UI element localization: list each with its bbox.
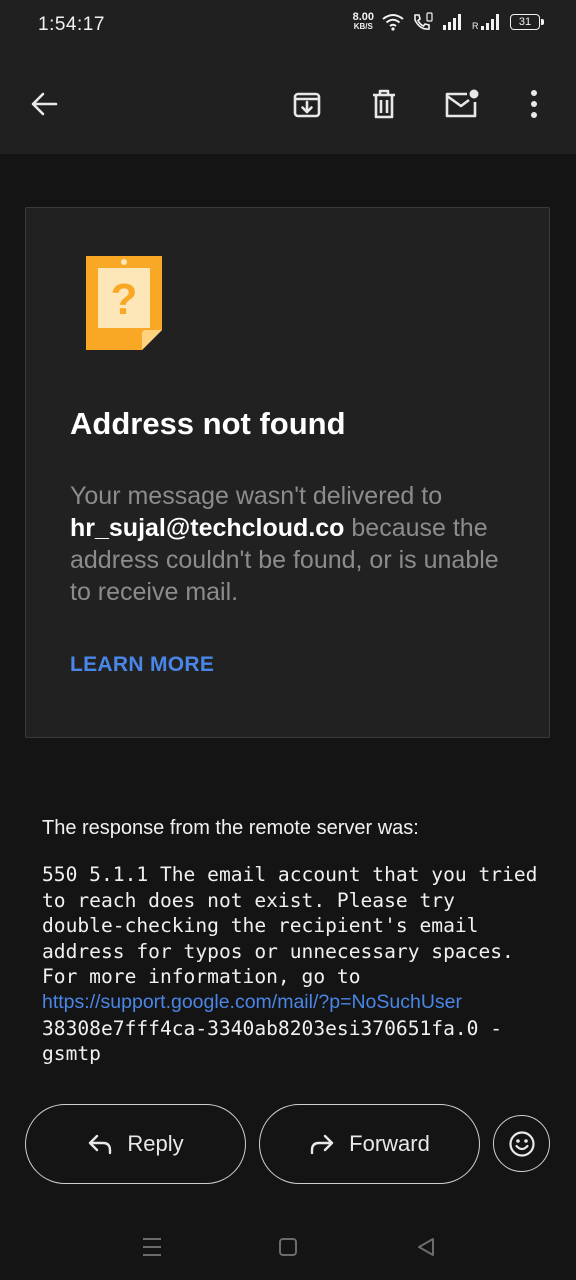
learn-more-link[interactable]: LEARN MORE (70, 653, 214, 677)
network-speed-value: 8.00 (352, 11, 374, 23)
response-heading: The response from the remote server was: (42, 817, 419, 839)
recents-nav-icon[interactable] (137, 1232, 167, 1262)
card-text-before: Your message wasn't delivered to (70, 482, 443, 510)
signal-1-icon (443, 14, 461, 30)
forward-label: Forward (349, 1131, 430, 1156)
status-bar: 1:54:17 8.00 KB/S R 31 (0, 0, 576, 52)
response-trailer: 38308e7fff4ca-3340ab8203esi370651fa.0 - … (42, 1016, 514, 1066)
card-message: Your message wasn't delivered to hr_suja… (70, 480, 520, 608)
bottom-bar: Reply Forward (0, 1080, 576, 1280)
forward-button[interactable]: Forward (259, 1104, 480, 1184)
back-arrow-icon[interactable] (24, 84, 64, 124)
svg-text:R: R (472, 21, 479, 31)
reply-button[interactable]: Reply (25, 1104, 246, 1184)
reply-icon (89, 1134, 112, 1155)
battery-icon: 31 (510, 14, 544, 30)
signal-2-roaming-icon: R (472, 14, 499, 31)
back-nav-icon[interactable] (411, 1232, 441, 1262)
wifi-icon (382, 14, 404, 31)
toolbar (0, 52, 576, 154)
call-volte-icon (414, 12, 433, 30)
archive-icon[interactable] (287, 84, 327, 124)
card-title: Address not found (70, 406, 346, 441)
response-body: 550 5.1.1 The email account that you tri… (42, 862, 542, 1067)
response-text: 550 5.1.1 The email account that you tri… (42, 863, 550, 989)
mark-unread-icon[interactable] (441, 84, 481, 124)
delete-icon[interactable] (364, 84, 404, 124)
emoji-reaction-button[interactable] (493, 1115, 550, 1172)
support-link[interactable]: https://support.google.com/mail/?p=NoSuc… (42, 990, 542, 1016)
status-indicators: 8.00 KB/S R 31 (352, 11, 544, 32)
battery-level: 31 (518, 16, 532, 28)
home-nav-icon[interactable] (273, 1232, 303, 1262)
reply-label: Reply (127, 1131, 184, 1156)
forward-icon (310, 1134, 334, 1155)
smile-icon (508, 1130, 535, 1157)
network-speed-unit: KB/S (353, 22, 373, 31)
message-content: ? Address not found Your message wasn't … (0, 154, 576, 1080)
status-time: 1:54:17 (38, 14, 105, 35)
network-speed: 8.00 KB/S (352, 11, 374, 32)
svg-text:?: ? (111, 275, 138, 324)
more-vert-icon[interactable] (514, 84, 554, 124)
question-note-icon: ? (84, 254, 164, 359)
recipient-address: hr_sujal@techcloud.co (70, 514, 345, 542)
bounce-card: ? Address not found Your message wasn't … (25, 207, 550, 738)
